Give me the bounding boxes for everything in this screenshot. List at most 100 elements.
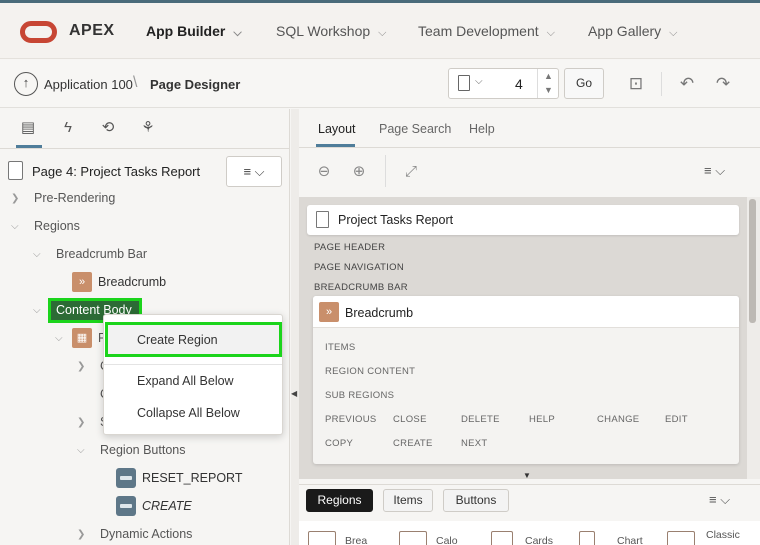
gallery-item-label[interactable]: Brea <box>345 535 367 545</box>
collapse-icon[interactable]: ⌵ <box>55 333 63 344</box>
slot-change[interactable]: CHANGE <box>597 414 639 425</box>
page-number-input[interactable]: 4 <box>515 76 523 92</box>
cards-gallery-icon[interactable] <box>491 531 513 545</box>
breadcrumb-application[interactable]: Application 100 <box>44 77 133 92</box>
slot-help[interactable]: HELP <box>529 414 555 425</box>
zoom-divider <box>385 155 386 187</box>
zoom-out-icon[interactable]: ⊖ <box>313 161 335 183</box>
tree-node-region-buttons[interactable]: Region Buttons <box>100 443 185 457</box>
tree-node-dynamic-actions[interactable]: Dynamic Actions <box>100 527 192 541</box>
tab-help[interactable]: Help <box>469 122 495 136</box>
expand-icon[interactable]: ⤢ <box>400 161 422 183</box>
slot-create[interactable]: CREATE <box>393 438 433 449</box>
nav-team-development[interactable]: Team Development ⌵ <box>418 23 555 40</box>
report-region-icon: ▦ <box>72 328 92 348</box>
collapse-left-icon[interactable]: ◀ <box>291 389 297 398</box>
expand-icon[interactable]: ❯ <box>77 529 85 540</box>
redo-icon[interactable]: ↷ <box>712 73 734 95</box>
tree-node-create[interactable]: CREATE <box>142 499 192 513</box>
position-page-header[interactable]: PAGE HEADER <box>314 242 385 253</box>
gallery-item-label[interactable]: Calo <box>436 535 458 545</box>
page-title-card[interactable]: Project Tasks Report <box>307 205 739 235</box>
tree-node-pre-rendering[interactable]: Pre-Rendering <box>34 191 115 205</box>
gallery-tab-buttons[interactable]: Buttons <box>443 489 509 512</box>
region-card-title: Breadcrumb <box>345 306 414 320</box>
chart-gallery-icon[interactable] <box>579 531 595 545</box>
brand-name[interactable]: APEX <box>69 22 115 40</box>
collapse-icon[interactable]: ⌵ <box>33 249 41 260</box>
position-page-navigation[interactable]: PAGE NAVIGATION <box>314 262 404 273</box>
tree-node-regions[interactable]: Regions <box>34 219 80 233</box>
slot-region-content[interactable]: REGION CONTENT <box>325 366 415 377</box>
context-menu: Create Region Expand All Below Collapse … <box>103 314 283 435</box>
tree-node-breadcrumb-bar[interactable]: Breadcrumb Bar <box>56 247 147 261</box>
breadcrumb-gallery-icon[interactable] <box>308 531 336 545</box>
app-header: APEX App Builder ⌵ SQL Workshop ⌵ Team Dev… <box>0 3 760 59</box>
shared-components-tab-icon[interactable]: ⚘ <box>139 119 157 137</box>
slot-sub-regions[interactable]: SUB REGIONS <box>325 390 394 401</box>
gallery-divider <box>299 484 760 485</box>
slot-previous[interactable]: PREVIOUS <box>325 414 377 425</box>
processing-tab-icon[interactable]: ⟲ <box>99 119 117 137</box>
breadcrumb-region-icon: » <box>319 302 339 322</box>
collapse-icon[interactable]: ⌵ <box>77 445 85 456</box>
slot-delete[interactable]: DELETE <box>461 414 500 425</box>
nav-app-gallery[interactable]: App Gallery ⌵ <box>588 23 678 40</box>
rendering-tab-icon[interactable]: ▤ <box>19 119 37 137</box>
zoom-in-icon[interactable]: ⊕ <box>348 161 370 183</box>
slot-items[interactable]: ITEMS <box>325 342 356 353</box>
menu-item-create-region-label[interactable]: Create Region <box>137 333 218 347</box>
page-tree-root[interactable]: Page 4: Project Tasks Report <box>32 164 200 179</box>
collapse-icon[interactable]: ⌵ <box>11 221 19 232</box>
tree-menu-button[interactable]: ≡ ⌵ <box>226 156 282 187</box>
page-icon <box>316 211 329 228</box>
stepper-up-icon[interactable]: ▲ <box>538 69 559 83</box>
menu-separator <box>104 364 282 365</box>
chevron-down-icon: ⌵ <box>546 27 555 39</box>
page-icon[interactable] <box>458 75 470 91</box>
tab-layout[interactable]: Layout <box>318 122 356 136</box>
nav-app-builder[interactable]: App Builder ⌵ <box>146 23 242 40</box>
expand-icon[interactable]: ❯ <box>77 417 85 428</box>
stepper-down-icon[interactable]: ▼ <box>538 83 559 97</box>
tab-page-search[interactable]: Page Search <box>379 122 451 136</box>
go-button[interactable]: Go <box>564 68 604 99</box>
calendar-gallery-icon[interactable] <box>399 531 427 545</box>
page-selector[interactable]: ⌵ 4 ▲ ▼ <box>448 68 559 99</box>
nav-sql-workshop[interactable]: SQL Workshop ⌵ <box>276 23 387 40</box>
layout-menu-button[interactable]: ≡ ⌵ <box>704 163 725 179</box>
menu-item-expand-all-below[interactable]: Expand All Below <box>137 374 234 388</box>
gallery-item-label[interactable]: Classic <box>706 529 740 541</box>
slot-close[interactable]: CLOSE <box>393 414 427 425</box>
chevron-down-icon[interactable]: ⌵ <box>475 76 483 87</box>
expand-icon[interactable]: ❯ <box>11 193 19 204</box>
lock-icon[interactable]: ⊡ <box>625 73 647 95</box>
expand-icon[interactable]: ❯ <box>77 361 85 372</box>
gallery-item-label[interactable]: Cards <box>525 535 553 545</box>
toolbar-divider <box>661 72 662 96</box>
collapse-icon[interactable]: ⌵ <box>33 305 41 316</box>
button-icon <box>116 496 136 516</box>
undo-icon[interactable]: ↶ <box>676 73 698 95</box>
gallery-tab-regions[interactable]: Regions <box>306 489 373 512</box>
gallery-tab-items[interactable]: Items <box>383 489 433 512</box>
scrollbar-thumb[interactable] <box>749 199 756 323</box>
position-breadcrumb-bar[interactable]: BREADCRUMB BAR <box>314 282 408 293</box>
dynamic-actions-tab-icon[interactable]: ϟ <box>59 119 77 137</box>
tree-node-breadcrumb[interactable]: Breadcrumb <box>98 275 166 289</box>
gallery-menu-button[interactable]: ≡ ⌵ <box>709 492 730 508</box>
resize-down-icon[interactable]: ▼ <box>523 471 531 480</box>
slot-edit[interactable]: EDIT <box>665 414 688 425</box>
slot-next[interactable]: NEXT <box>461 438 488 449</box>
page-number-stepper[interactable]: ▲ ▼ <box>537 69 559 98</box>
classic-report-gallery-icon[interactable] <box>667 531 695 545</box>
slot-copy[interactable]: COPY <box>325 438 353 449</box>
gallery-item-label[interactable]: Chart <box>617 535 643 545</box>
oracle-logo-icon[interactable] <box>20 21 57 43</box>
panel-splitter[interactable]: ◀ <box>291 109 299 545</box>
breadcrumb-region-card[interactable]: » Breadcrumb ITEMS REGION CONTENT SUB RE… <box>313 296 739 464</box>
tree-node-reset-report[interactable]: RESET_REPORT <box>142 471 243 485</box>
arrow-up-icon[interactable]: ↑ <box>14 72 38 96</box>
menu-item-collapse-all-below[interactable]: Collapse All Below <box>137 406 240 420</box>
breadcrumb-region-icon: » <box>72 272 92 292</box>
